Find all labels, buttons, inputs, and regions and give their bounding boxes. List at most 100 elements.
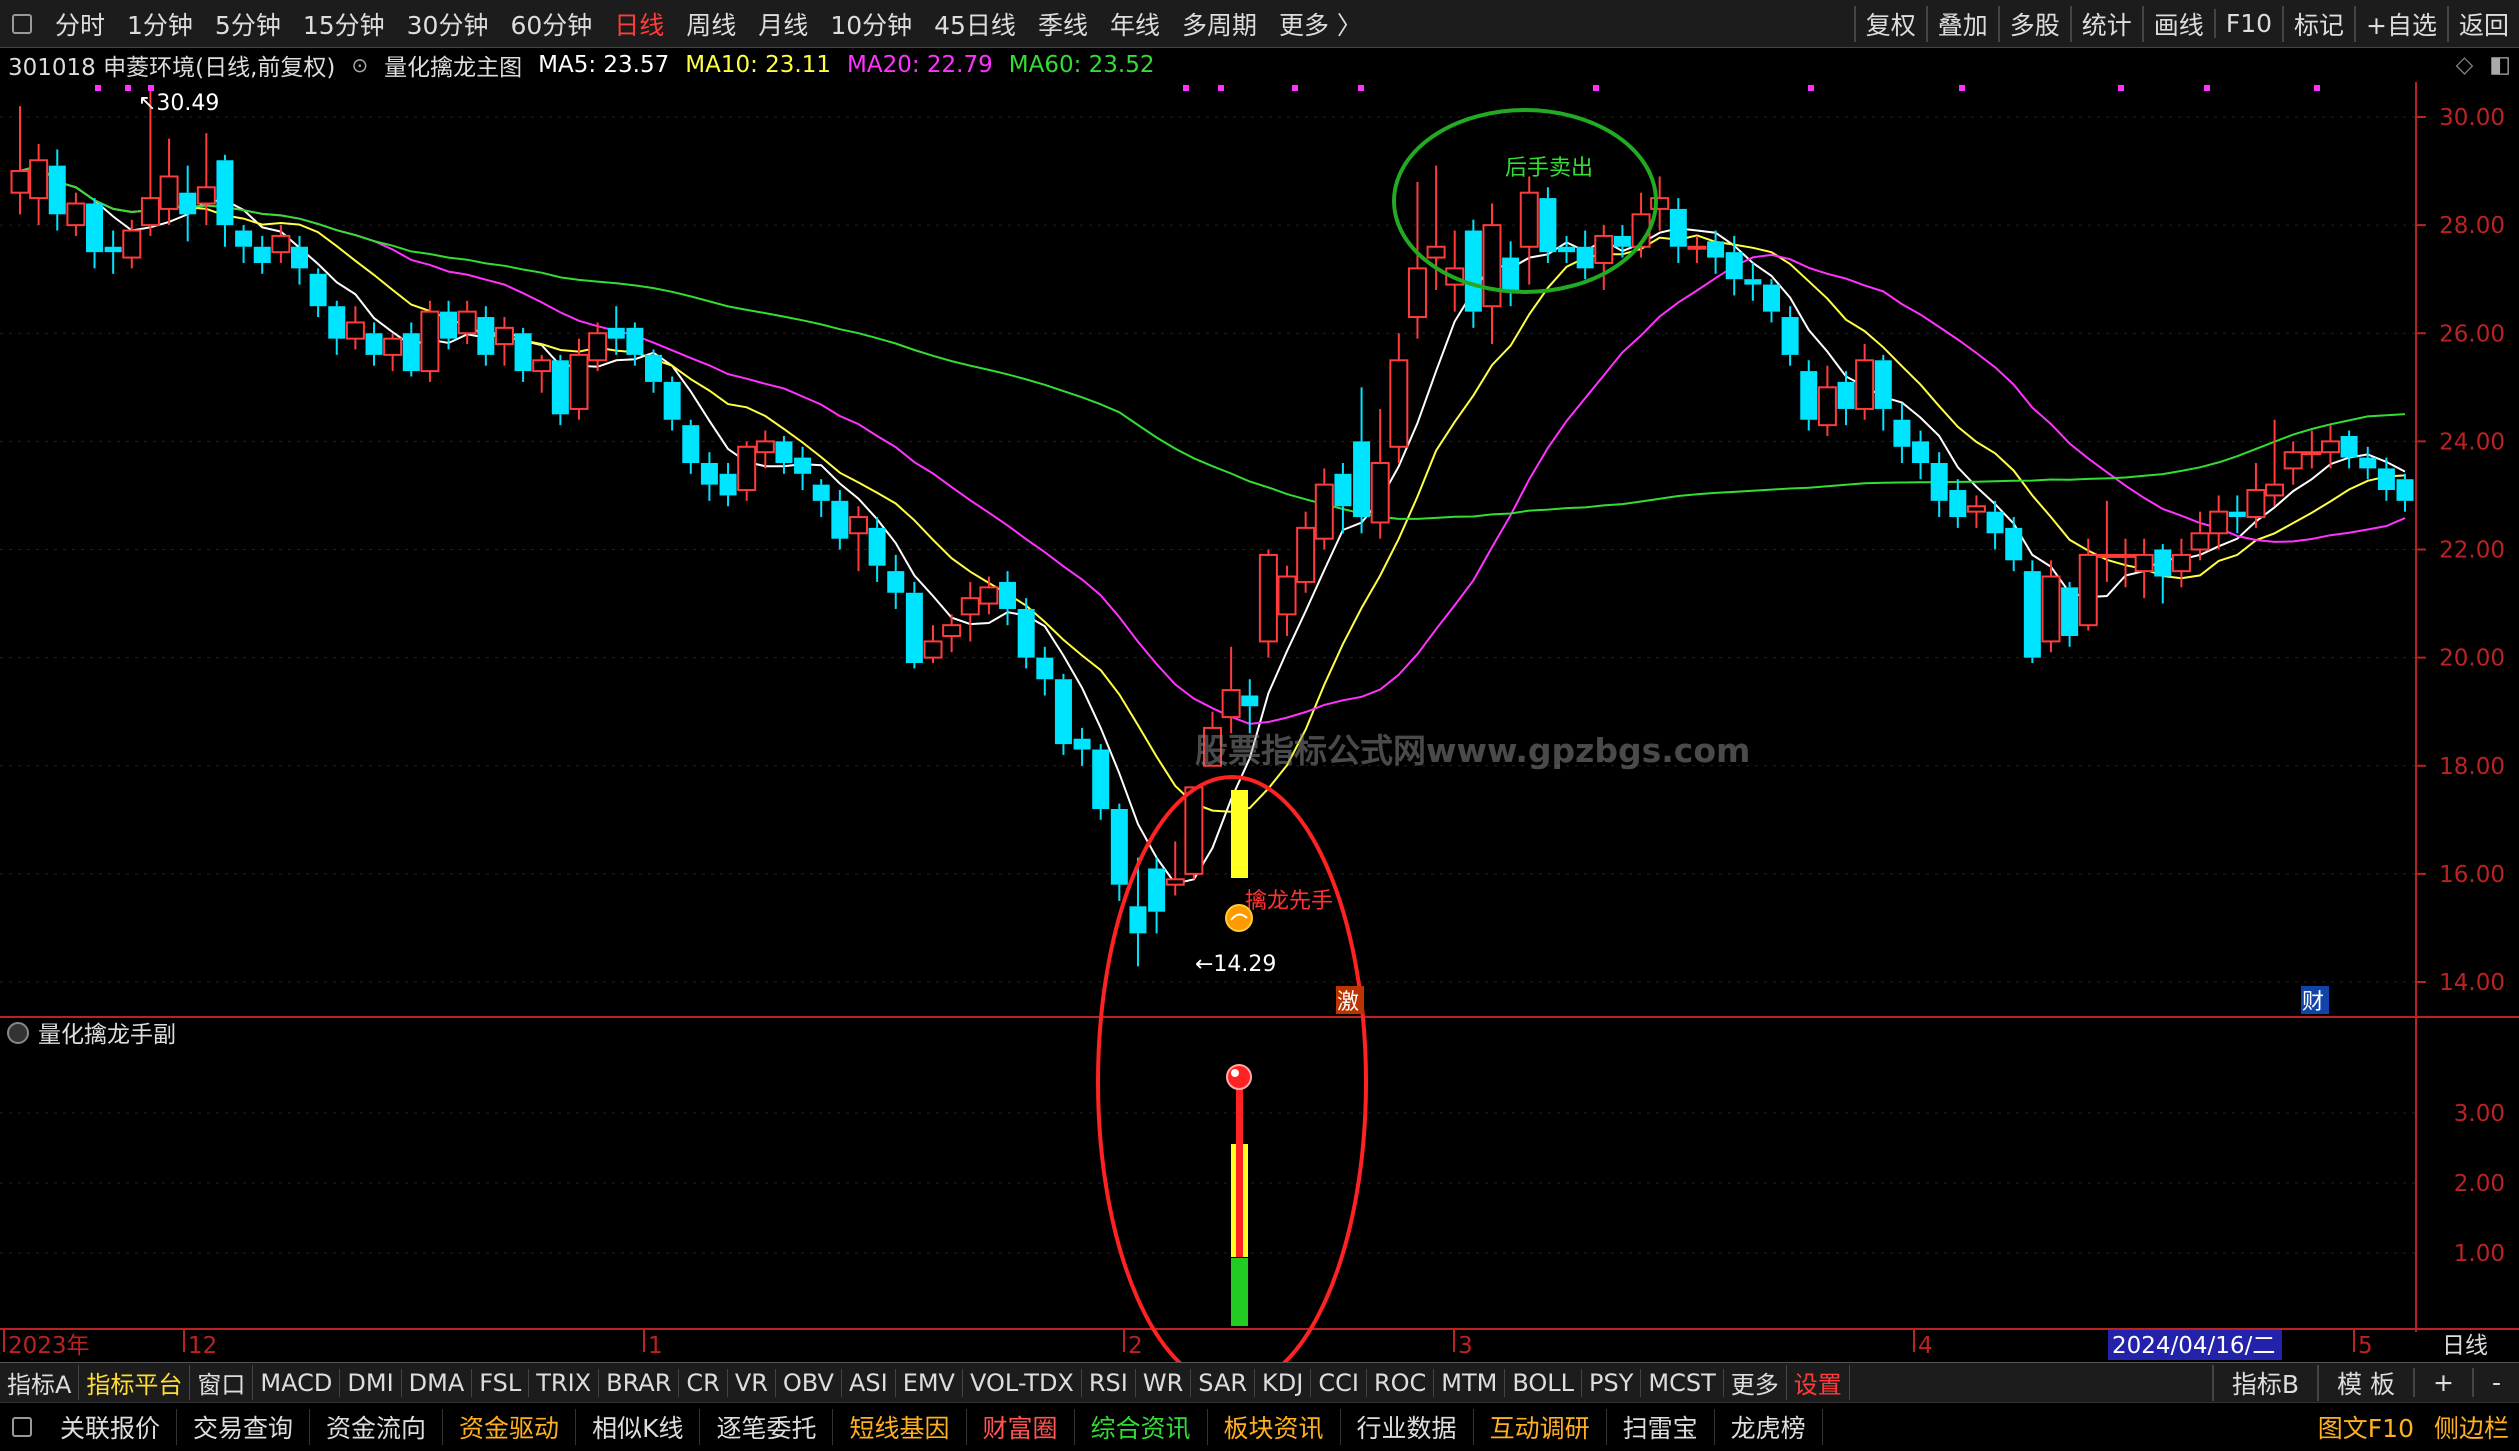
candle-116[interactable] [2171,538,2191,588]
indicator-tab-6[interactable]: FSL [472,1368,530,1397]
nav-item-2[interactable]: 资金流向 [310,1409,444,1445]
indicator-tab-13[interactable]: EMV [896,1368,963,1397]
candle-42[interactable] [794,446,812,491]
diamond-icon[interactable]: ◇ [2448,52,2482,78]
candle-1[interactable] [29,144,49,226]
candle-20[interactable] [383,333,403,372]
candle-108[interactable] [2023,560,2041,664]
nav-item-3[interactable]: 资金驱动 [443,1409,577,1445]
toolbar-button-8[interactable]: 返回 [2446,5,2519,42]
indicator-tab-3[interactable]: MACD [253,1368,341,1397]
candle-107[interactable] [2005,517,2023,572]
period-tab-12[interactable]: 年线 [1099,6,1171,42]
chevron-down-icon[interactable]: ⊙ [343,53,376,77]
candle-126[interactable] [2359,446,2377,480]
candle-16[interactable] [309,268,327,318]
candle-114[interactable] [2134,538,2154,599]
toolbar-button-7[interactable]: +自选 [2354,5,2447,42]
candle-28[interactable] [532,354,552,393]
nav-item-8[interactable]: 综合资讯 [1075,1409,1208,1445]
candle-79[interactable] [1482,203,1502,345]
candle-4[interactable] [86,198,104,269]
candle-94[interactable] [1762,279,1780,323]
candle-63[interactable] [1184,786,1204,880]
candle-62[interactable] [1165,841,1185,896]
nav-right-1[interactable]: 侧边栏 [2424,1409,2519,1445]
candle-81[interactable] [1519,176,1539,285]
candle-102[interactable] [1912,430,1930,480]
menu-icon[interactable] [12,1417,32,1437]
indicator-tab-19[interactable]: CCI [1311,1368,1367,1397]
candle-12[interactable] [235,225,253,263]
period-tab-14[interactable]: 更多 〉 [1268,6,1373,42]
candle-97[interactable] [1817,365,1837,436]
candle-123[interactable] [2302,430,2322,469]
candle-112[interactable] [2097,500,2117,582]
candle-13[interactable] [253,235,271,274]
candle-100[interactable] [1874,354,1892,431]
candle-58[interactable] [1092,744,1110,820]
period-tab-5[interactable]: 60分钟 [499,6,603,42]
candle-43[interactable] [812,479,830,518]
indicator-tab-0[interactable]: 指标A [0,1365,80,1400]
candle-121[interactable] [2265,419,2285,507]
kline-chart[interactable]: ↖30.49 股票指标公式网www.gpzbgs.com 后手卖出擒龙先手 ←14.2… [0,82,2519,1362]
toolbar-button-3[interactable]: 统计 [2069,5,2142,42]
candle-103[interactable] [1930,452,1948,518]
candle-83[interactable] [1558,235,1576,263]
indicator-right-1[interactable]: 模 板 [2317,1364,2413,1401]
indicator-right-0[interactable]: 指标B [2211,1364,2317,1401]
candle-27[interactable] [514,327,532,382]
candle-38[interactable] [719,463,737,507]
indicator-tab-2[interactable]: 窗口 [190,1365,254,1400]
indicator-tab-17[interactable]: SAR [1191,1368,1256,1397]
candle-128[interactable] [2396,473,2414,512]
candle-61[interactable] [1148,857,1166,934]
indicator-tab-8[interactable]: BRAR [599,1368,680,1397]
candle-39[interactable] [737,441,757,501]
candle-8[interactable] [159,138,179,226]
indicator-tab-20[interactable]: ROC [1367,1368,1435,1397]
period-tab-2[interactable]: 5分钟 [204,6,292,42]
period-tab-6[interactable]: 日线 [603,6,675,42]
indicator-tab-21[interactable]: MTM [1434,1368,1506,1397]
candle-125[interactable] [2340,430,2358,469]
candle-11[interactable] [216,154,234,247]
nav-item-6[interactable]: 短线基因 [833,1409,967,1445]
candle-67[interactable] [1258,549,1278,658]
restore-window-icon[interactable]: ◧ [2481,52,2519,78]
candle-45[interactable] [848,506,868,572]
candle-17[interactable] [328,300,346,355]
candle-78[interactable] [1464,219,1482,328]
candle-21[interactable] [402,322,420,377]
indicator-name[interactable]: 量化擒龙主图 [376,48,530,82]
candle-118[interactable] [2209,495,2229,550]
candle-26[interactable] [494,317,514,366]
nav-item-7[interactable]: 财富圈 [967,1409,1075,1445]
candle-115[interactable] [2154,544,2172,604]
nav-item-9[interactable]: 板块资讯 [1208,1409,1341,1445]
candle-66[interactable] [1241,679,1259,734]
period-tab-4[interactable]: 30分钟 [396,6,500,42]
toolbar-button-4[interactable]: 画线 [2141,5,2214,42]
indicator-tab-16[interactable]: WR [1136,1368,1192,1397]
candle-74[interactable] [1389,333,1409,463]
candle-65[interactable] [1221,646,1241,734]
nav-item-13[interactable]: 龙虎榜 [1715,1409,1823,1445]
nav-item-5[interactable]: 逐笔委托 [700,1409,834,1445]
nav-item-10[interactable]: 行业数据 [1341,1409,1474,1445]
nav-item-0[interactable]: 关联报价 [44,1409,178,1445]
candle-84[interactable] [1576,230,1594,280]
candle-104[interactable] [1949,479,1967,528]
candle-49[interactable] [923,625,943,664]
candle-9[interactable] [179,165,197,242]
candle-56[interactable] [1054,673,1072,755]
period-tab-1[interactable]: 1分钟 [116,6,204,42]
indicator-tab-25[interactable]: 更多 [1724,1365,1787,1400]
candle-48[interactable] [905,581,923,669]
candle-119[interactable] [2228,495,2246,534]
candle-90[interactable] [1687,235,1707,263]
nav-item-11[interactable]: 互动调研 [1474,1409,1607,1445]
candle-120[interactable] [2246,463,2266,528]
candle-0[interactable] [10,106,30,215]
